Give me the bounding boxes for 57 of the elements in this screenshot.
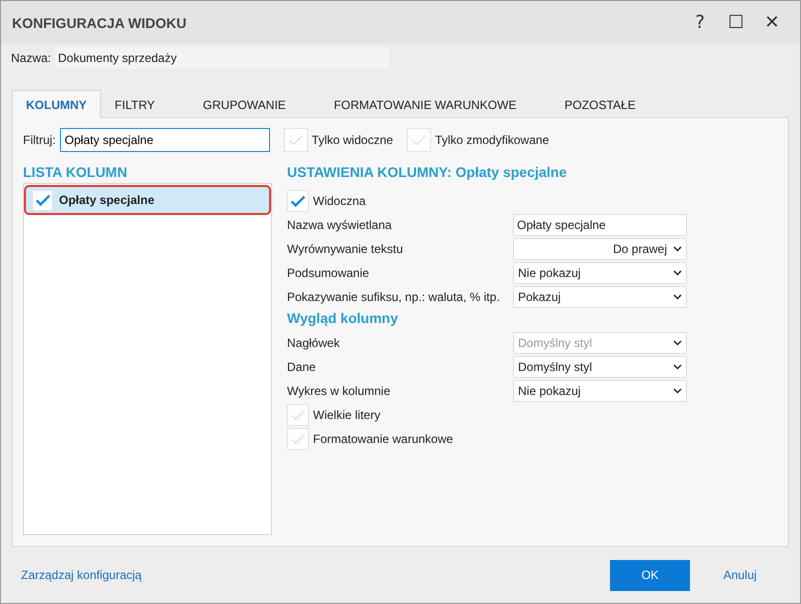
filter-field[interactable]: Opłaty specjalne bbox=[60, 128, 270, 152]
checkbox-label: Formatowanie warunkowe bbox=[313, 432, 454, 446]
checkbox[interactable] bbox=[287, 428, 309, 450]
text-field[interactable]: Opłaty specjalne bbox=[513, 214, 687, 236]
setting-label: Wyrównywanie tekstu bbox=[287, 242, 403, 256]
section-heading: USTAWIENIA KOLUMNY: Opłaty specjalne bbox=[287, 164, 568, 180]
list-item[interactable]: Opłaty specjalne bbox=[24, 185, 271, 215]
checkbox[interactable] bbox=[287, 190, 309, 212]
dropdown[interactable]: Domyślny styl bbox=[513, 356, 687, 378]
setting-label: Nazwa wyświetlana bbox=[287, 218, 392, 232]
name-label: Nazwa: bbox=[11, 51, 52, 65]
dropdown[interactable]: Nie pokazuj bbox=[513, 380, 687, 402]
tab[interactable]: FORMATOWANIE WARUNKOWE bbox=[320, 90, 530, 118]
filter-label: Filtruj: bbox=[23, 133, 56, 147]
column-name: Opłaty specjalne bbox=[59, 193, 154, 207]
setting-label: Dane bbox=[287, 360, 316, 374]
chevron-down-icon bbox=[673, 364, 682, 370]
checkbox-label: Wielkie litery bbox=[313, 408, 380, 422]
window-control-button[interactable]: ✕ bbox=[754, 8, 790, 38]
chevron-down-icon bbox=[673, 246, 682, 252]
setting-label: Pokazywanie sufiksu, np.: waluta, % itp. bbox=[287, 290, 500, 304]
chevron-down-icon bbox=[673, 388, 682, 394]
chevron-down-icon bbox=[673, 270, 682, 276]
tab[interactable]: GRUPOWANIE bbox=[188, 90, 300, 118]
cancel-button[interactable]: Anuluj bbox=[700, 560, 780, 590]
checkbox[interactable] bbox=[284, 128, 308, 152]
checkmark-icon bbox=[411, 134, 428, 146]
checkbox[interactable] bbox=[32, 190, 53, 210]
setting-label: Wykres w kolumnie bbox=[287, 384, 390, 398]
checkmark-icon bbox=[290, 194, 306, 208]
name-field[interactable]: Dokumenty sprzedaży bbox=[55, 47, 390, 69]
chevron-down-icon bbox=[673, 294, 682, 300]
checkbox-label: Tylko widoczne bbox=[312, 133, 394, 147]
window-control-button[interactable]: ? bbox=[682, 8, 718, 38]
checkbox[interactable] bbox=[407, 128, 432, 152]
tab[interactable]: POZOSTAŁE bbox=[550, 90, 650, 118]
manage-configuration-link[interactable]: Zarządzaj konfiguracją bbox=[21, 568, 610, 582]
chevron-down-icon bbox=[673, 340, 682, 346]
checkmark-icon bbox=[290, 408, 306, 422]
checkbox-label: Tylko zmodyfikowane bbox=[435, 133, 550, 147]
setting-label: Podsumowanie bbox=[287, 266, 370, 280]
section-heading: LISTA KOLUMN bbox=[23, 164, 128, 180]
window-control-button[interactable]: ☐ bbox=[718, 8, 754, 38]
subsection-heading: Wygląd kolumny bbox=[287, 310, 399, 328]
checkmark-icon bbox=[290, 432, 306, 446]
window-title: KONFIGURACJA WIDOKU bbox=[12, 14, 188, 30]
dropdown[interactable]: Do prawej bbox=[513, 238, 687, 260]
ok-button[interactable]: OK bbox=[610, 560, 690, 590]
setting-label: Nagłówek bbox=[287, 336, 340, 350]
checkmark-icon bbox=[34, 194, 50, 206]
checkmark-icon bbox=[288, 134, 304, 146]
checkbox[interactable] bbox=[287, 404, 309, 426]
dropdown[interactable]: Nie pokazuj bbox=[513, 262, 687, 284]
tab[interactable]: KOLUMNY bbox=[12, 90, 101, 118]
checkbox-label: Widoczna bbox=[313, 194, 366, 208]
tab[interactable]: FILTRY bbox=[100, 90, 169, 118]
dropdown[interactable]: Pokazuj bbox=[513, 286, 687, 308]
